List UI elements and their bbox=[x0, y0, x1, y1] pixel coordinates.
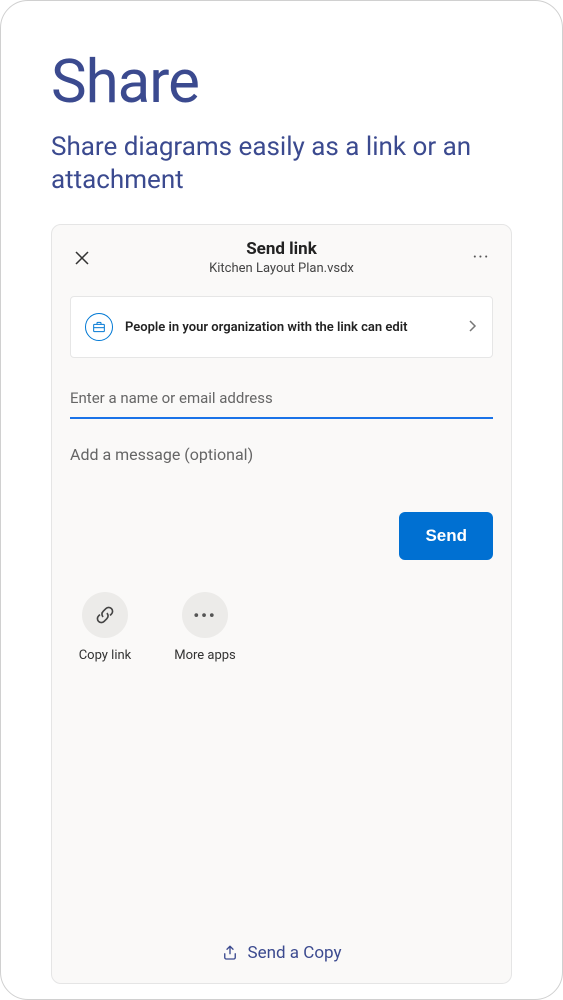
permission-selector[interactable]: People in your organization with the lin… bbox=[70, 296, 493, 358]
share-actions: Copy link ••• More apps bbox=[70, 592, 493, 663]
send-copy-link[interactable]: Send a Copy bbox=[52, 925, 511, 983]
upload-icon bbox=[221, 944, 239, 962]
hero-subtitle: Share diagrams easily as a link or an at… bbox=[51, 131, 512, 196]
more-apps-icon: ••• bbox=[182, 592, 228, 638]
more-options-button[interactable]: ··· bbox=[469, 246, 493, 270]
close-icon bbox=[74, 250, 90, 266]
send-row: Send bbox=[70, 512, 493, 560]
sheet-title: Send link bbox=[94, 239, 469, 259]
message-input[interactable]: Add a message (optional) bbox=[70, 445, 493, 464]
sheet-body: People in your organization with the lin… bbox=[52, 286, 511, 925]
recipient-placeholder: Enter a name or email address bbox=[70, 389, 273, 407]
hero-title: Share bbox=[51, 46, 512, 117]
send-copy-label: Send a Copy bbox=[247, 943, 341, 963]
permission-text: People in your organization with the lin… bbox=[125, 320, 456, 335]
more-apps-label: More apps bbox=[174, 648, 236, 663]
copy-link-action[interactable]: Copy link bbox=[70, 592, 140, 663]
sheet-header: Send link Kitchen Layout Plan.vsdx ··· bbox=[52, 225, 511, 286]
briefcase-icon bbox=[85, 313, 113, 341]
send-button[interactable]: Send bbox=[399, 512, 493, 560]
sheet-filename: Kitchen Layout Plan.vsdx bbox=[94, 261, 469, 276]
promo-frame: Share Share diagrams easily as a link or… bbox=[0, 0, 563, 1000]
more-icon: ··· bbox=[472, 247, 489, 268]
chevron-right-icon bbox=[468, 318, 478, 337]
sheet-header-center: Send link Kitchen Layout Plan.vsdx bbox=[94, 239, 469, 276]
copy-link-label: Copy link bbox=[79, 648, 132, 663]
link-icon bbox=[82, 592, 128, 638]
share-sheet: Send link Kitchen Layout Plan.vsdx ··· P… bbox=[51, 224, 512, 984]
more-apps-action[interactable]: ••• More apps bbox=[170, 592, 240, 663]
message-placeholder: Add a message (optional) bbox=[70, 445, 253, 464]
close-button[interactable] bbox=[70, 246, 94, 270]
recipient-input[interactable]: Enter a name or email address bbox=[70, 388, 493, 419]
